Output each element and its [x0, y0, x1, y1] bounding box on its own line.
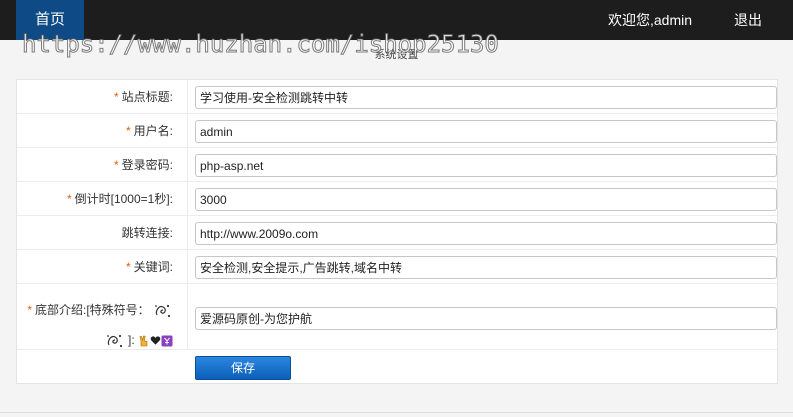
welcome-text: 欢迎您,admin — [608, 12, 693, 28]
required-star: * — [125, 124, 131, 138]
form-row-username: * 用户名: — [17, 114, 777, 148]
required-star: * — [113, 90, 119, 104]
swirl-icon — [155, 304, 171, 317]
logout-link[interactable]: 退出 — [734, 0, 762, 40]
victory-hand-icon — [139, 335, 148, 347]
save-button[interactable]: 保存 — [195, 356, 291, 380]
purple-symbol-icon — [161, 335, 173, 347]
top-navbar: 首页 欢迎您,admin 退出 — [0, 0, 793, 40]
site-title-label-text: 站点标题: — [121, 90, 173, 104]
redirect-url-label-text: 跳转连接: — [121, 226, 173, 240]
form-row-countdown: * 倒计时[1000=1秒]: — [17, 182, 777, 216]
form-row-password: * 登录密码: — [17, 148, 777, 182]
redirect-url-label: 跳转连接: — [17, 216, 188, 249]
password-label-text: 登录密码: — [121, 158, 173, 172]
footer-intro-input[interactable] — [195, 307, 777, 330]
form-row-redirect-url: 跳转连接: — [17, 216, 777, 250]
required-star: * — [125, 260, 131, 274]
required-star: * — [113, 158, 119, 172]
heart-icon — [150, 336, 161, 345]
countdown-label-text: 倒计时[1000=1秒]: — [74, 192, 173, 206]
countdown-label: * 倒计时[1000=1秒]: — [17, 182, 188, 215]
keywords-label: * 关键词: — [17, 250, 188, 283]
countdown-input[interactable] — [195, 188, 777, 211]
username-label-text: 用户名: — [133, 124, 173, 138]
keywords-label-text: 关键词: — [133, 260, 173, 274]
footer-intro-label-line2: ]: — [127, 333, 135, 347]
form-row-footer-intro: * 底部介绍:[特殊符号： ]: — [17, 284, 777, 350]
username-label: * 用户名: — [17, 114, 188, 147]
required-star: * — [66, 192, 72, 206]
required-star: * — [27, 303, 32, 317]
password-label: * 登录密码: — [17, 148, 188, 181]
panel-title: 系统设置 — [374, 49, 419, 61]
site-title-label: * 站点标题: — [17, 80, 188, 113]
swirl-icon — [106, 334, 122, 347]
redirect-url-input[interactable] — [195, 222, 777, 245]
site-title-input[interactable] — [195, 86, 777, 109]
username-input[interactable] — [195, 120, 777, 143]
form-row-keywords: * 关键词: — [17, 250, 777, 284]
password-input[interactable] — [195, 154, 777, 177]
bottom-divider — [0, 412, 793, 413]
settings-form: *站点标题: *用户名: *登录密码: *倒计时[1000=1秒]: 跳转连接:… — [16, 79, 778, 384]
footer-intro-label: * 底部介绍:[特殊符号： ]: — [17, 284, 188, 349]
keywords-input[interactable] — [195, 256, 777, 279]
form-row-site-title: * 站点标题: — [17, 80, 777, 114]
nav-home-link[interactable]: 首页 — [16, 0, 84, 40]
footer-intro-label-line1: 底部介绍:[特殊符号： — [34, 303, 150, 317]
